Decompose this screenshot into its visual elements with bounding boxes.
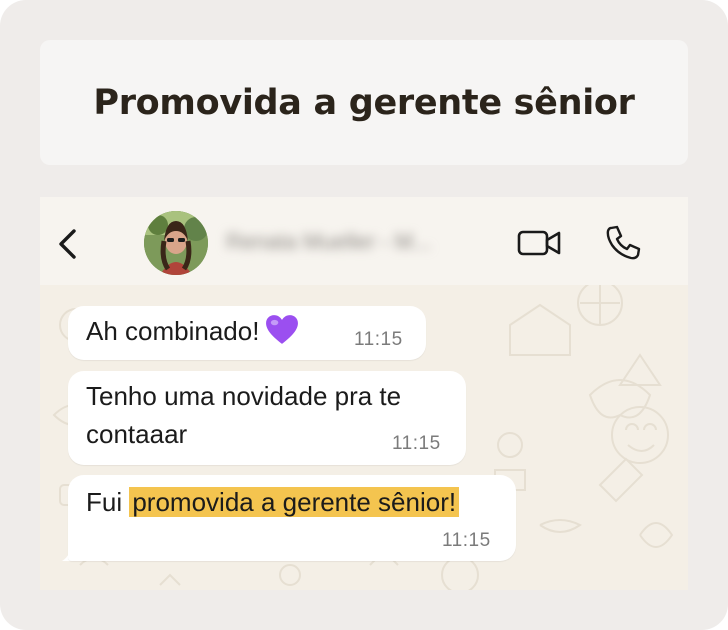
message-bubble: Tenho uma novidade pra te contaaar 11:15 xyxy=(68,371,466,465)
message-time: 11:15 xyxy=(392,433,441,454)
video-call-icon[interactable] xyxy=(516,227,564,259)
back-arrow-icon[interactable] xyxy=(54,227,80,261)
phone-call-icon[interactable] xyxy=(602,223,642,263)
message-bubble: Fui promovida a gerente sênior! 11:15 xyxy=(68,475,516,561)
contact-avatar[interactable] xyxy=(144,211,208,275)
page-title: Promovida a gerente sênior xyxy=(93,82,635,123)
message-text: Ah combinado! xyxy=(86,312,299,350)
message-time: 11:15 xyxy=(354,329,403,350)
purple-heart-emoji-icon xyxy=(266,315,299,344)
chat-header: Renata Mueller - M... xyxy=(40,197,688,285)
message-text: Fui promovida a gerente sênior! xyxy=(86,483,460,521)
contact-name[interactable]: Renata Mueller - M... xyxy=(226,229,486,257)
message-bubble: Ah combinado! 11:15 xyxy=(68,306,426,360)
title-banner: Promovida a gerente sênior xyxy=(40,40,688,165)
message-text-line-2: contaaar xyxy=(86,419,188,449)
chat-screenshot: Renata Mueller - M... Ah combinado! 11:1… xyxy=(40,197,688,590)
story-card: Promovida a gerente sênior Renata Muelle… xyxy=(0,0,728,630)
highlighted-text: promovida a gerente sênior! xyxy=(129,487,460,517)
message-time: 11:15 xyxy=(442,530,491,551)
message-text-line-1: Tenho uma novidade pra te xyxy=(86,381,402,411)
